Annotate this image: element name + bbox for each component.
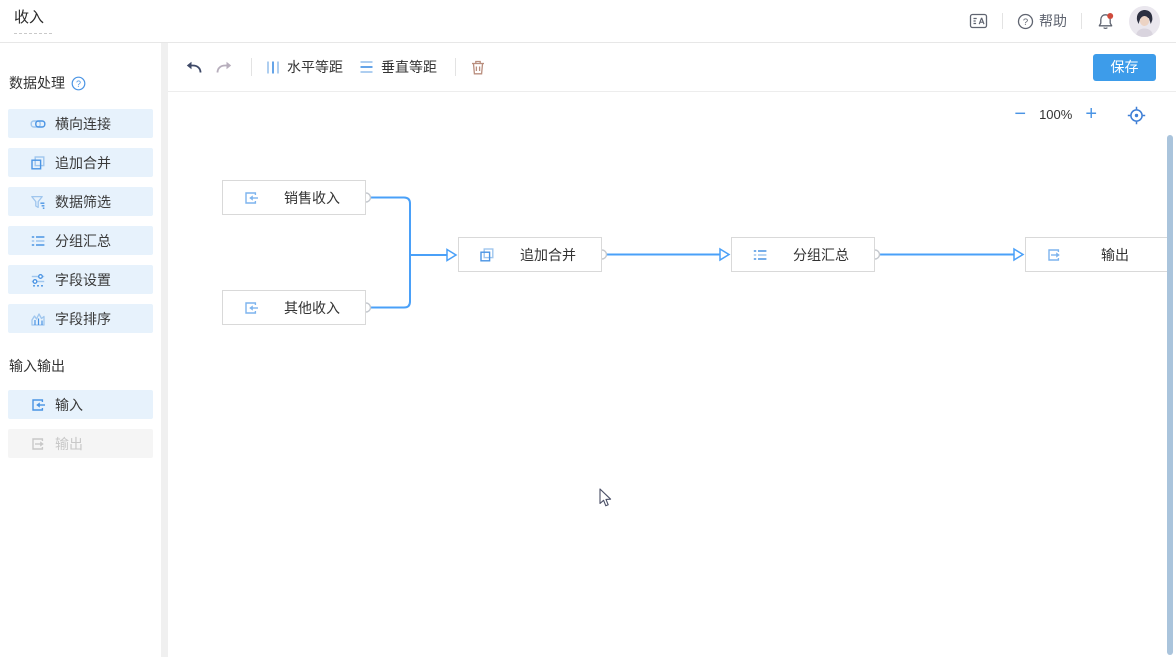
output-icon	[1046, 247, 1062, 263]
data-filter-icon	[30, 194, 46, 210]
sidebar: 数据处理 ? 横向连接 追加合并	[0, 43, 161, 657]
sidebar-section-data-processing: 数据处理 ?	[8, 73, 153, 93]
node-label: 其他收入	[259, 298, 365, 318]
flow-node-other-income[interactable]: 其他收入	[222, 290, 366, 325]
append-merge-icon	[479, 247, 495, 263]
locate-icon	[1127, 106, 1146, 125]
undo-button[interactable]	[185, 60, 203, 75]
zoom-out-button[interactable]: −	[1014, 105, 1026, 123]
arrowhead-icon	[720, 249, 729, 260]
node-label: 追加合并	[495, 245, 601, 265]
sidebar-item-label: 数据筛选	[55, 192, 111, 212]
input-icon	[30, 397, 46, 413]
vertical-scrollbar[interactable]	[1167, 135, 1173, 655]
sidebar-item-input[interactable]: 输入	[8, 390, 153, 419]
redo-button[interactable]	[215, 60, 233, 75]
avatar[interactable]	[1129, 6, 1160, 37]
sidebar-item-group-summary[interactable]: 分组汇总	[8, 226, 153, 255]
sidebar-item-label: 输出	[55, 434, 83, 454]
save-button[interactable]: 保存	[1093, 54, 1156, 81]
sidebar-item-label: 输入	[55, 395, 83, 415]
flow-node-append-merge[interactable]: 追加合并	[458, 237, 602, 272]
group-summary-icon	[30, 233, 46, 249]
canvas-toolbar: 水平等距 垂直等距 保存	[168, 43, 1176, 92]
sidebar-divider	[161, 43, 168, 657]
flow-edges	[168, 92, 1176, 657]
node-label: 分组汇总	[768, 245, 874, 265]
document-title[interactable]: 收入	[14, 6, 52, 34]
sidebar-item-label: 分组汇总	[55, 231, 111, 251]
arrowhead-icon	[1014, 249, 1023, 260]
input-icon	[243, 190, 259, 206]
edge-sales-to-merge	[366, 198, 410, 256]
help-label: 帮助	[1039, 11, 1067, 31]
field-sort-icon	[30, 311, 46, 327]
append-merge-icon	[30, 155, 46, 171]
help-button[interactable]: ? 帮助	[1017, 11, 1067, 31]
trash-icon	[470, 59, 486, 76]
svg-text:?: ?	[1023, 17, 1028, 28]
horizontal-equal-spacing-label: 水平等距	[287, 57, 343, 77]
document-title-wrap[interactable]: 收入	[14, 4, 56, 39]
divider	[455, 58, 456, 76]
vertical-equal-spacing-button[interactable]: 垂直等距	[359, 57, 437, 77]
topbar: 收入 ? 帮助	[0, 0, 1176, 43]
flow-node-sales-income[interactable]: 销售收入	[222, 180, 366, 215]
input-icon	[243, 300, 259, 316]
sidebar-item-label: 追加合并	[55, 153, 111, 173]
section-title: 数据处理	[9, 73, 65, 93]
field-settings-icon	[30, 272, 46, 288]
sidebar-item-data-filter[interactable]: 数据筛选	[8, 187, 153, 216]
output-icon	[30, 436, 46, 452]
vertical-spacing-icon	[359, 60, 374, 74]
divider	[1002, 13, 1003, 29]
group-summary-icon	[752, 247, 768, 263]
node-label: 输出	[1062, 245, 1168, 265]
arrowhead-icon	[447, 250, 456, 261]
zoom-controls: − 100% +	[1014, 105, 1097, 123]
question-circle-icon[interactable]: ?	[71, 76, 86, 91]
edge-other-to-merge	[366, 255, 410, 308]
locate-center-button[interactable]	[1127, 106, 1146, 125]
notification-bell-icon[interactable]	[1096, 12, 1115, 31]
topbar-actions: ? 帮助	[969, 6, 1160, 37]
undo-icon	[185, 60, 203, 75]
horizontal-join-icon	[30, 116, 46, 132]
divider	[1081, 13, 1082, 29]
sidebar-item-label: 字段排序	[55, 309, 111, 329]
node-label: 销售收入	[259, 188, 365, 208]
sidebar-item-label: 横向连接	[55, 114, 111, 134]
sidebar-item-field-settings[interactable]: 字段设置	[8, 265, 153, 294]
zoom-in-button[interactable]: +	[1085, 105, 1097, 123]
mouse-cursor-icon	[598, 488, 614, 513]
zoom-level: 100%	[1039, 107, 1072, 122]
flow-node-output[interactable]: 输出	[1025, 237, 1169, 272]
redo-icon	[215, 60, 233, 75]
divider	[251, 58, 252, 76]
language-icon[interactable]	[969, 12, 988, 30]
sidebar-item-output: 输出	[8, 429, 153, 458]
sidebar-item-append-merge[interactable]: 追加合并	[8, 148, 153, 177]
sidebar-section-io-title: 输入输出	[9, 356, 153, 376]
sidebar-item-field-sort[interactable]: 字段排序	[8, 304, 153, 333]
svg-text:?: ?	[76, 79, 81, 89]
delete-button[interactable]	[470, 59, 486, 76]
horizontal-spacing-icon	[266, 60, 280, 75]
vertical-equal-spacing-label: 垂直等距	[381, 57, 437, 77]
flow-canvas[interactable]: − 100% +	[168, 92, 1176, 657]
horizontal-equal-spacing-button[interactable]: 水平等距	[266, 57, 343, 77]
sidebar-item-horizontal-join[interactable]: 横向连接	[8, 109, 153, 138]
main-area: 水平等距 垂直等距 保存	[168, 43, 1176, 657]
sidebar-item-label: 字段设置	[55, 270, 111, 290]
flow-node-group-summary[interactable]: 分组汇总	[731, 237, 875, 272]
help-circle-icon: ?	[1017, 13, 1034, 30]
